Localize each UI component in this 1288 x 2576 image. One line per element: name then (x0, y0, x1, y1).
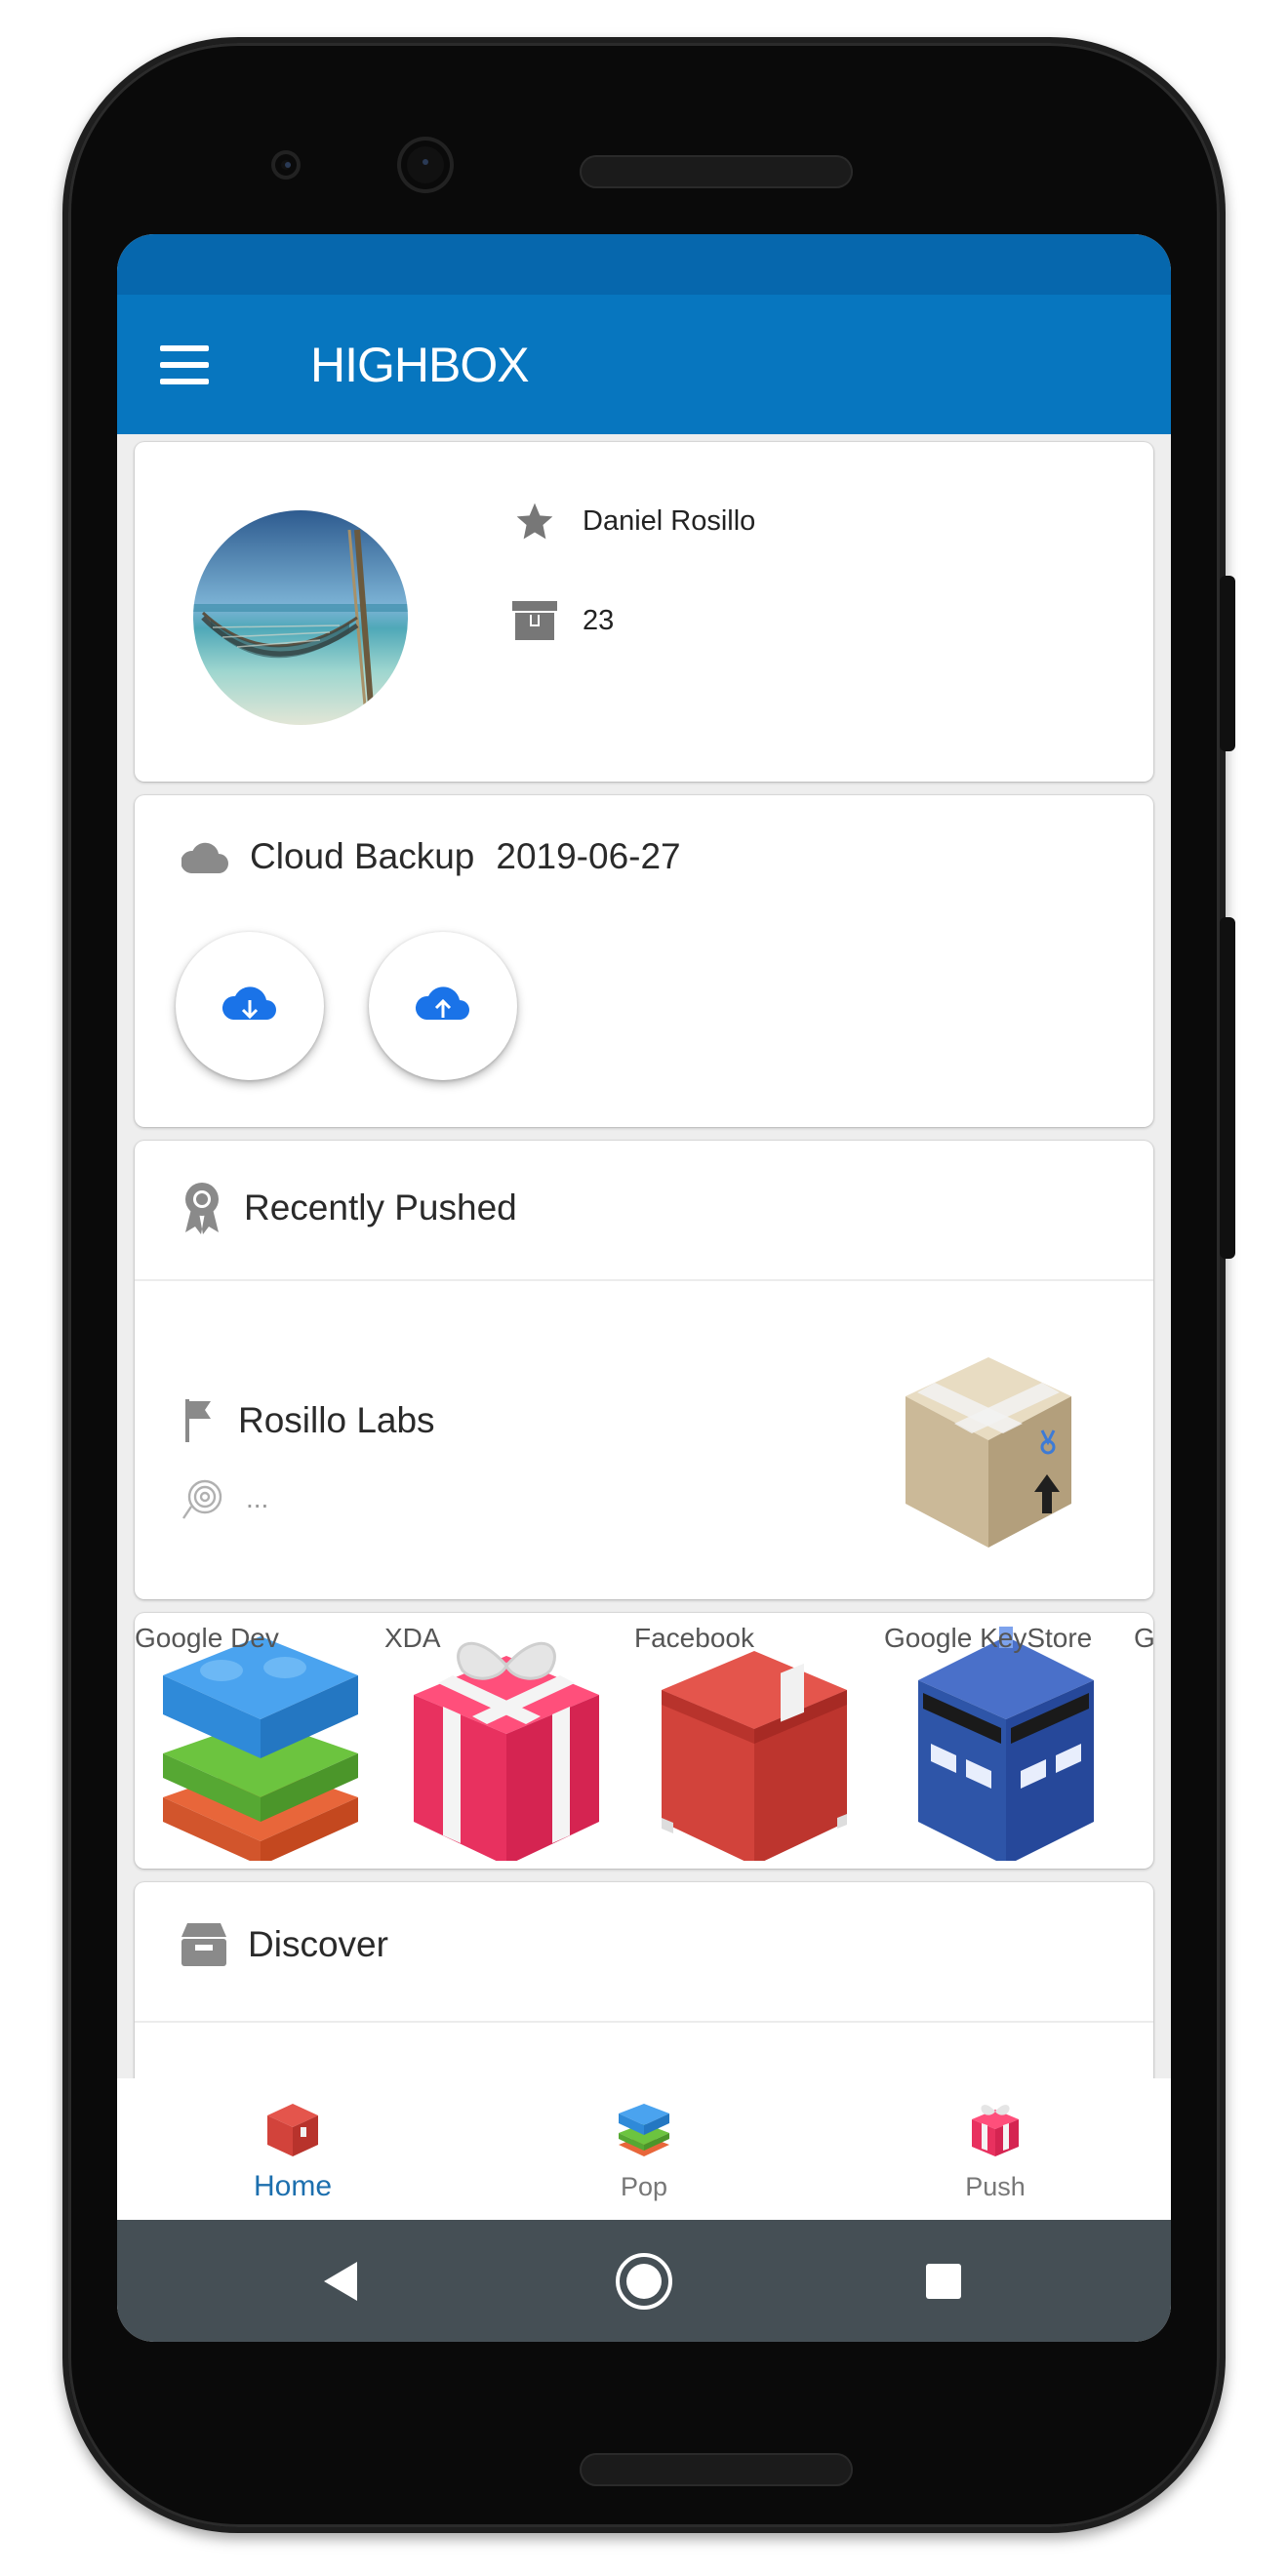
front-camera (397, 137, 454, 193)
police-box-icon (918, 1627, 1094, 1861)
cloud-download-button[interactable] (176, 932, 324, 1080)
bottom-navigation: Home Pop Push (117, 2078, 1171, 2220)
pushed-item-detail: ... (246, 1483, 269, 1513)
bottom-speaker (580, 2453, 853, 2486)
home-circle-icon[interactable] (614, 2251, 674, 2312)
discover-header: Discover (181, 1923, 388, 1966)
pushed-item-name: Rosillo Labs (238, 1400, 435, 1440)
volume-button (1220, 917, 1235, 1259)
red-box-icon (267, 2104, 318, 2156)
cloud-backup-title: Cloud Backup (250, 836, 475, 876)
pushed-item-name-row[interactable]: Rosillo Labs (185, 1399, 435, 1442)
profile-name: Daniel Rosillo (583, 504, 756, 537)
pushed-item-detail-row: ... (181, 1477, 268, 1520)
gift-icon (972, 2105, 1019, 2156)
flag-icon (185, 1399, 211, 1442)
nav-tab-pop[interactable]: Pop (468, 2078, 820, 2220)
lego-brick-box-icon (163, 1636, 358, 1861)
cardboard-box-icon (896, 1348, 1081, 1552)
star-icon (510, 499, 559, 543)
nav-tab-home[interactable]: Home (117, 2078, 468, 2220)
discover-card: Discover (135, 1882, 1153, 2078)
proximity-sensor (271, 150, 301, 180)
cloud-backup-header: Cloud Backup 2019-06-27 (181, 836, 681, 877)
cloud-download-icon (221, 986, 276, 1020)
nav-label-home: Home (253, 2170, 333, 2202)
system-navigation-bar (117, 2220, 1171, 2342)
cloud-upload-icon (415, 986, 469, 1020)
cloud-backup-card: Cloud Backup 2019-06-27 (135, 795, 1153, 1127)
recents-square-icon[interactable] (924, 2262, 963, 2301)
avatar[interactable] (193, 510, 408, 725)
divider (135, 2021, 1153, 2023)
carousel-item[interactable]: Google KeyStore (884, 1613, 1133, 1867)
carousel-item[interactable]: G (1134, 1613, 1153, 1867)
power-button (1220, 576, 1235, 751)
profile-count-row: 23 (510, 598, 614, 643)
carousel-item-label: G (1134, 1623, 1153, 1653)
red-crate-icon (662, 1651, 847, 1861)
main-content: Daniel Rosillo 23 Cloud Backup 2019-06-2… (117, 434, 1171, 2078)
hamburger-menu-icon[interactable] (160, 344, 209, 384)
nav-tab-push[interactable]: Push (820, 2078, 1171, 2220)
nav-label-push: Push (965, 2172, 1026, 2201)
recently-pushed-card: Recently Pushed Rosillo Labs ... (135, 1141, 1153, 1599)
box-carousel-card: Google Dev XDA Facebook Google KeyStore … (135, 1613, 1153, 1869)
carousel-item-label: XDA (384, 1623, 441, 1653)
app-bar: HIGHBOX (117, 295, 1171, 434)
fingerprint-icon (182, 1479, 222, 1519)
profile-card: Daniel Rosillo 23 (135, 442, 1153, 782)
cloud-icon (181, 842, 228, 873)
discover-title: Discover (248, 1924, 388, 1964)
carousel-item[interactable]: XDA (384, 1613, 633, 1867)
profile-name-row: Daniel Rosillo (510, 499, 755, 543)
cloud-upload-button[interactable] (369, 932, 517, 1080)
nav-label-pop: Pop (620, 2172, 668, 2201)
lego-stack-icon (619, 2104, 669, 2156)
recently-pushed-title: Recently Pushed (244, 1187, 517, 1228)
archive-drawer-icon (181, 1923, 226, 1966)
award-ribbon-icon (185, 1183, 219, 1234)
divider (135, 1279, 1153, 1281)
profile-box-count: 23 (583, 604, 615, 636)
carousel-item-label: Google Dev (135, 1623, 279, 1653)
cloud-backup-date: 2019-06-27 (496, 836, 681, 876)
carousel-item[interactable]: Google Dev (135, 1613, 383, 1867)
carousel-item-label: Google KeyStore (884, 1623, 1093, 1653)
app-title: HIGHBOX (310, 337, 530, 392)
back-triangle-icon[interactable] (322, 2260, 361, 2303)
earpiece-speaker (580, 155, 853, 188)
carousel-item[interactable]: Facebook (634, 1613, 883, 1867)
status-bar (117, 234, 1171, 295)
gift-box-icon (414, 1641, 599, 1861)
recently-pushed-header: Recently Pushed (181, 1182, 517, 1234)
carousel-item-label: Facebook (634, 1623, 754, 1653)
app-screen: HIGHBOX Daniel Rosillo 23 Cloud Backup 2… (117, 234, 1171, 2342)
archive-box-icon (510, 598, 559, 643)
